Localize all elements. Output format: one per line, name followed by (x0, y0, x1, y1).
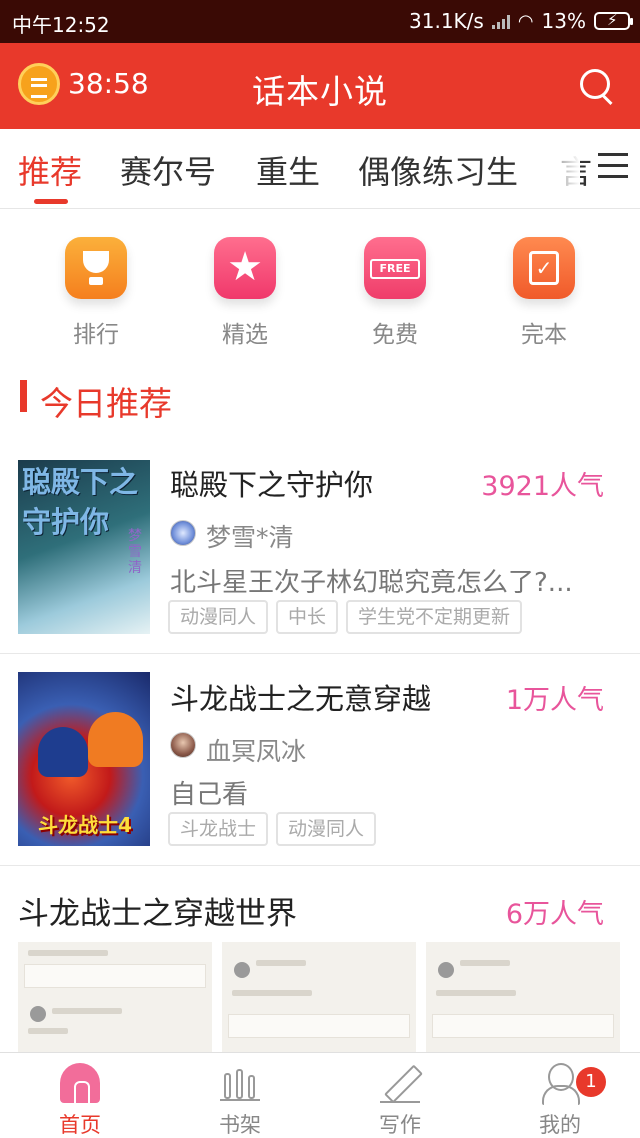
app-title: 话本小说 (252, 72, 388, 111)
trophy-icon (65, 237, 127, 299)
star-icon: ★ (214, 237, 276, 299)
book-popularity: 6万人气 (505, 899, 604, 930)
tab-fade (530, 129, 580, 208)
book-tag[interactable]: 动漫同人 (168, 600, 269, 634)
book-tags: 斗龙战士 动漫同人 (168, 812, 377, 846)
profile-icon (540, 1063, 580, 1105)
nav-bookshelf[interactable]: 书架 (160, 1053, 320, 1138)
signal-icon (491, 13, 510, 29)
status-time: 中午12:52 (12, 13, 110, 37)
section-title: 今日推荐 (40, 384, 172, 423)
notification-badge: 1 (576, 1067, 606, 1097)
tab-rebirth[interactable]: 重生 (256, 147, 320, 193)
book-cover[interactable]: 斗龙战士4 (18, 672, 150, 846)
book-card[interactable]: 斗龙战士4 斗龙战士之无意穿越 1万人气 血冥凤冰 自己看 斗龙战士 动漫同人 (0, 654, 640, 866)
book-author[interactable]: 血冥凤冰 (206, 732, 306, 768)
nav-write[interactable]: 写作 (320, 1053, 480, 1138)
quick-link-label: 排行 (73, 322, 119, 348)
status-right: 31.1K/s ◠ 13% ⚡ (409, 9, 633, 33)
quick-link-featured[interactable]: ★ 精选 (185, 237, 305, 349)
bottom-navigation: 首页 书架 写作 我的 1 (0, 1052, 640, 1138)
battery-icon: ⚡ (594, 11, 633, 30)
book-author[interactable]: 梦雪*清 (206, 518, 294, 554)
book-popularity: 1万人气 (505, 685, 604, 716)
quick-link-rank[interactable]: 排行 (36, 237, 156, 349)
check-book-icon: ✓ (513, 237, 575, 299)
chat-preview-image[interactable] (222, 942, 416, 1054)
menu-icon[interactable] (598, 153, 630, 179)
app-bar: 38:58 话本小说 (0, 43, 640, 129)
nav-profile[interactable]: 我的 (480, 1053, 640, 1138)
chat-preview-image[interactable] (426, 942, 620, 1054)
book-tag[interactable]: 动漫同人 (276, 812, 377, 846)
section-marker (20, 380, 27, 412)
author-avatar (170, 520, 196, 546)
status-bar: 中午12:52 31.1K/s ◠ 13% ⚡ (0, 0, 640, 43)
home-icon (60, 1063, 100, 1105)
cover-author: 梦雪清 (128, 528, 142, 576)
book-cover[interactable]: 聪殿下之守护你 梦雪清 (18, 460, 150, 634)
nav-label: 首页 (59, 1113, 101, 1137)
book-tag[interactable]: 学生党不定期更新 (346, 600, 523, 634)
tab-seer[interactable]: 赛尔号 (120, 147, 216, 193)
battery-percent: 13% (541, 9, 586, 33)
tab-idol-trainee[interactable]: 偶像练习生 (358, 147, 518, 193)
book-title[interactable]: 斗龙战士之无意穿越 (170, 676, 431, 718)
category-tabs: 推荐 赛尔号 重生 偶像练习生 言 (0, 129, 640, 209)
network-speed: 31.1K/s (409, 9, 484, 33)
nav-home[interactable]: 首页 (0, 1053, 160, 1138)
nav-label: 写作 (379, 1113, 421, 1137)
book-tag[interactable]: 中长 (276, 600, 339, 634)
author-avatar (170, 732, 196, 758)
search-icon[interactable] (578, 67, 614, 103)
cover-character (88, 712, 143, 767)
chat-preview-image[interactable] (18, 942, 212, 1054)
free-tag-icon: FREE (364, 237, 426, 299)
pen-icon (380, 1063, 420, 1103)
book-card[interactable]: 聪殿下之守护你 梦雪清 聪殿下之守护你 3921人气 梦雪*清 北斗星王次子林幻… (0, 440, 640, 654)
book-title[interactable]: 斗龙战士之穿越世界 (18, 888, 297, 933)
book-tags: 动漫同人 中长 学生党不定期更新 (168, 600, 523, 634)
wifi-icon: ◠ (517, 10, 534, 32)
active-tab-indicator (34, 199, 68, 204)
nav-label: 我的 (539, 1113, 581, 1137)
quick-link-label: 精选 (222, 322, 268, 348)
quick-link-free[interactable]: FREE 免费 (335, 237, 455, 349)
nav-label: 书架 (219, 1113, 261, 1137)
quick-link-label: 完本 (521, 322, 567, 348)
book-popularity: 3921人气 (481, 471, 604, 502)
quick-link-label: 免费 (372, 322, 418, 348)
cover-title: 斗龙战士4 (38, 813, 132, 837)
bookshelf-icon (220, 1063, 260, 1103)
tab-recommend[interactable]: 推荐 (18, 147, 82, 193)
book-tag[interactable]: 斗龙战士 (168, 812, 269, 846)
book-title[interactable]: 聪殿下之守护你 (170, 462, 373, 504)
book-description: 北斗星王次子林幻聪究竟怎么了?... (170, 568, 573, 598)
quick-link-completed[interactable]: ✓ 完本 (484, 237, 604, 349)
cover-character (38, 727, 88, 777)
book-description: 自己看 (170, 780, 249, 810)
